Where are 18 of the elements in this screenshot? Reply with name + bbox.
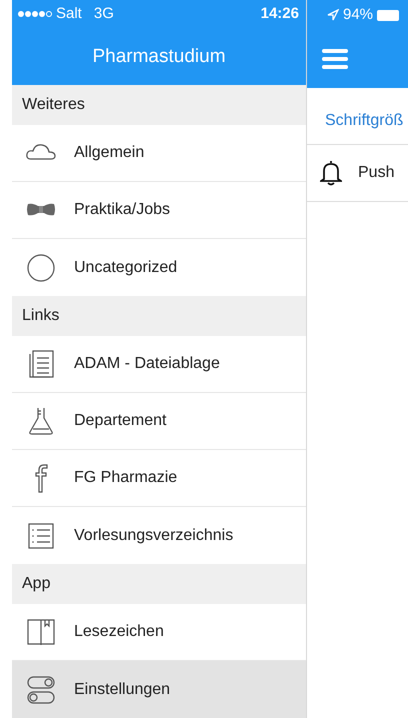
network-type: 3G (94, 4, 114, 24)
section-header: App (22, 574, 50, 594)
setting-label: Push (358, 163, 394, 183)
bell-icon (320, 160, 342, 186)
battery-percent: 94% (343, 4, 374, 25)
drawer-title: Pharmastudium (92, 44, 226, 69)
carrier-text: Salt (56, 4, 82, 24)
setting-link[interactable]: Schriftgröß (325, 108, 404, 132)
section-header: Links (22, 306, 60, 326)
clock-text: 14:26 (260, 4, 299, 24)
toggle-switches-icon (25, 674, 57, 706)
signal-icon (18, 11, 52, 18)
location-arrow-icon (327, 9, 339, 21)
section-header: Weiteres (22, 95, 85, 115)
menu-button[interactable] (322, 49, 348, 69)
battery-icon (377, 10, 400, 20)
circle-icon (25, 252, 57, 284)
menu-item[interactable]: Einstellungen (12, 661, 306, 718)
